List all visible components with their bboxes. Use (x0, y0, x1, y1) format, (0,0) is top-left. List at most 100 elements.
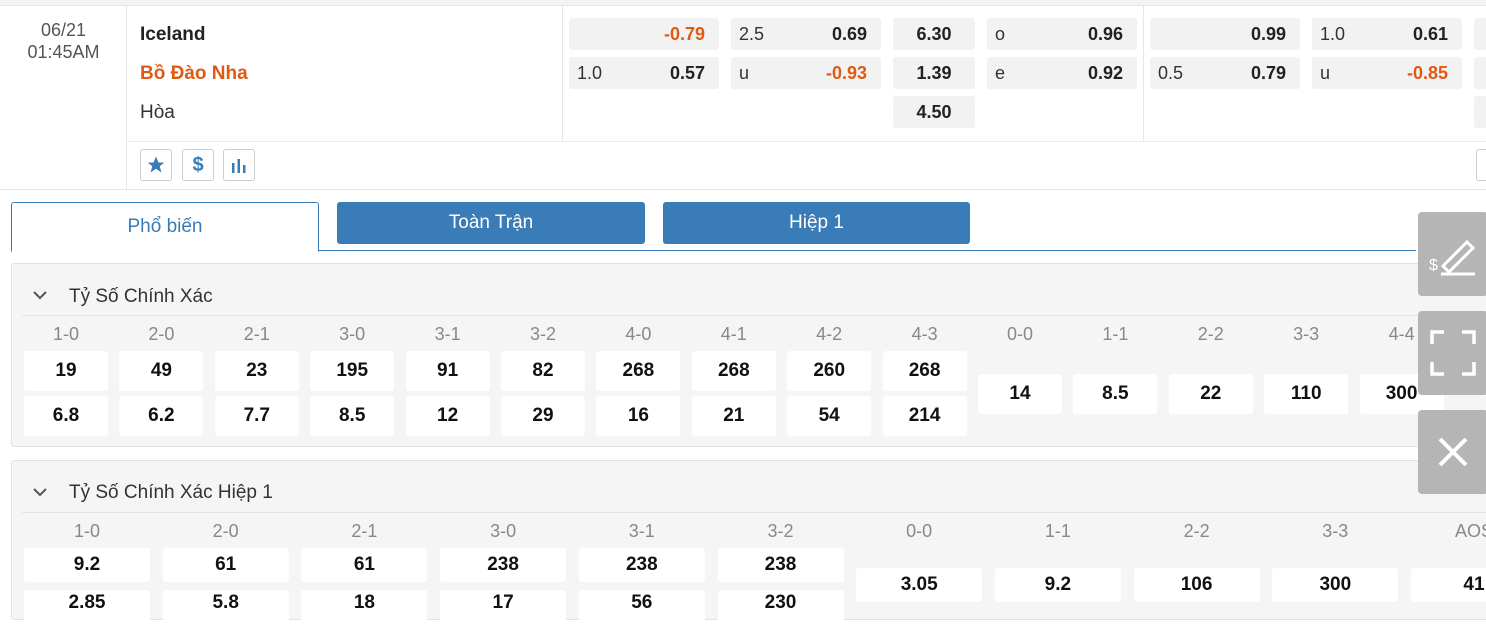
odds-box[interactable]: 238 (440, 548, 567, 582)
odds-more[interactable] (1474, 18, 1486, 50)
score-label: 2-0 (212, 521, 239, 541)
score-label: 1-1 (1044, 521, 1071, 541)
odds-box[interactable]: 2.85 (24, 590, 150, 624)
home-team[interactable]: Iceland (140, 24, 205, 46)
draw-label: Hòa (140, 102, 175, 123)
fullscreen-button[interactable] (1418, 311, 1486, 395)
odds-box[interactable]: 8.5 (310, 396, 395, 436)
odds-handicap-away[interactable]: 1.0 0.57 (569, 57, 719, 89)
odds-more[interactable] (1474, 57, 1486, 89)
fullscreen-icon (1430, 330, 1476, 376)
odds-box[interactable]: 3.05 (856, 568, 983, 602)
close-button[interactable] (1418, 410, 1486, 494)
odds-box[interactable]: 91 (405, 351, 490, 391)
odds-box[interactable]: 12 (405, 396, 490, 436)
close-icon (1438, 437, 1468, 467)
odds-box[interactable]: 23 (214, 351, 299, 391)
odds-box[interactable]: 5.8 (162, 590, 289, 624)
odds-box[interactable]: 18 (301, 590, 428, 624)
odds-box[interactable]: 268 (596, 351, 681, 391)
odds-box[interactable]: 230 (717, 590, 844, 624)
odds-box[interactable]: 268 (691, 351, 776, 391)
odds-box[interactable]: 214 (882, 396, 967, 436)
odds-box[interactable]: 9.2 (994, 568, 1121, 602)
odds-1x2-home[interactable]: 6.30 (893, 18, 975, 50)
score-label: 3-1 (628, 521, 655, 541)
odds-box[interactable]: 14 (978, 374, 1062, 414)
odds-box[interactable]: 16 (596, 396, 681, 436)
odds-box[interactable]: 300 (1272, 568, 1399, 602)
odds-box[interactable]: 6.2 (119, 396, 204, 436)
more-button[interactable] (1476, 149, 1486, 181)
odds-box[interactable]: 238 (717, 548, 844, 582)
score-label: 3-2 (767, 521, 794, 541)
odds-box[interactable]: 41 (1411, 568, 1486, 602)
score-label: 3-1 (434, 324, 461, 344)
tab-popular[interactable]: Phổ biến (11, 202, 319, 252)
odds-box[interactable]: 54 (787, 396, 872, 436)
chevron-down-icon[interactable] (32, 289, 48, 301)
odds-ou-under[interactable]: u -0.93 (731, 57, 881, 89)
match-date: 06/21 (40, 20, 87, 40)
odds-h1-ou-over[interactable]: 1.0 0.61 (1312, 18, 1462, 50)
stats-button[interactable] (223, 149, 255, 181)
odds-box[interactable]: 56 (578, 590, 705, 624)
odds-box[interactable]: 21 (691, 396, 776, 436)
odds-1x2-draw[interactable]: 4.50 (893, 96, 975, 128)
star-icon (147, 156, 165, 173)
odds-box[interactable]: 7.7 (214, 396, 299, 436)
bet-button[interactable]: $ (182, 149, 214, 181)
odds-box[interactable]: 17 (440, 590, 567, 624)
odds-box[interactable]: 195 (310, 351, 395, 391)
score-label: 3-0 (490, 521, 517, 541)
odds-box[interactable]: 6.8 (24, 396, 108, 436)
svg-text:$: $ (1429, 257, 1438, 274)
odds-box[interactable]: 19 (24, 351, 108, 391)
odds-oe-odd[interactable]: o 0.96 (987, 18, 1137, 50)
odds-box[interactable]: 82 (501, 351, 585, 391)
odds-box[interactable]: 9.2 (24, 548, 150, 582)
score-label: 4-2 (816, 324, 843, 344)
odds-h1-ou-under[interactable]: u -0.85 (1312, 57, 1462, 89)
odds-h1-handicap-away[interactable]: 0.5 0.79 (1150, 57, 1300, 89)
tab-full-match[interactable]: Toàn Trận (337, 202, 645, 244)
score-label: 4-0 (625, 324, 652, 344)
odds-box[interactable]: 61 (162, 548, 289, 582)
bar-chart-icon (232, 159, 246, 173)
odds-box[interactable]: 268 (882, 351, 967, 391)
tab-half-label: Hiệp 1 (789, 212, 844, 233)
score-label: 1-1 (1102, 324, 1129, 344)
odds-1x2-away[interactable]: 1.39 (893, 57, 975, 89)
odds-box[interactable]: 29 (501, 396, 585, 436)
odds-box[interactable]: 110 (1264, 374, 1349, 414)
odds-oe-even[interactable]: e 0.92 (987, 57, 1137, 89)
away-team[interactable]: Bồ Đào Nha (140, 63, 248, 85)
odds-box[interactable]: 238 (578, 548, 705, 582)
odds-box[interactable]: 49 (119, 351, 204, 391)
score-label: 2-0 (148, 324, 175, 344)
score-label: 2-1 (243, 324, 270, 344)
chevron-down-icon[interactable] (32, 486, 48, 498)
score-label: 4-1 (720, 324, 747, 344)
odds-box[interactable]: 61 (301, 548, 428, 582)
betslip-button[interactable]: $ (1418, 212, 1486, 296)
score-label: 2-2 (1183, 521, 1210, 541)
pencil-dollar-icon: $ (1429, 239, 1476, 276)
dollar-icon: $ (192, 153, 204, 176)
score-label: 0-0 (1006, 324, 1033, 344)
odds-handicap-home[interactable]: -0.79 (569, 18, 719, 50)
tab-first-half[interactable]: Hiệp 1 (663, 202, 970, 244)
odds-box[interactable]: 106 (1133, 568, 1260, 602)
section-title: Tỷ Số Chính Xác Hiệp 1 (69, 482, 273, 503)
odds-box[interactable]: 260 (787, 351, 872, 391)
odds-h1-handicap-home[interactable]: 0.99 (1150, 18, 1300, 50)
odds-ou-over[interactable]: 2.5 0.69 (731, 18, 881, 50)
score-label: 3-2 (529, 324, 556, 344)
score-label: 3-3 (1293, 324, 1320, 344)
odds-box[interactable]: 8.5 (1073, 374, 1158, 414)
tab-full-label: Toàn Trận (448, 212, 534, 233)
favorite-button[interactable] (140, 149, 172, 181)
odds-box[interactable]: 22 (1168, 374, 1253, 414)
score-label: 2-1 (351, 521, 378, 541)
odds-more[interactable] (1474, 96, 1486, 128)
